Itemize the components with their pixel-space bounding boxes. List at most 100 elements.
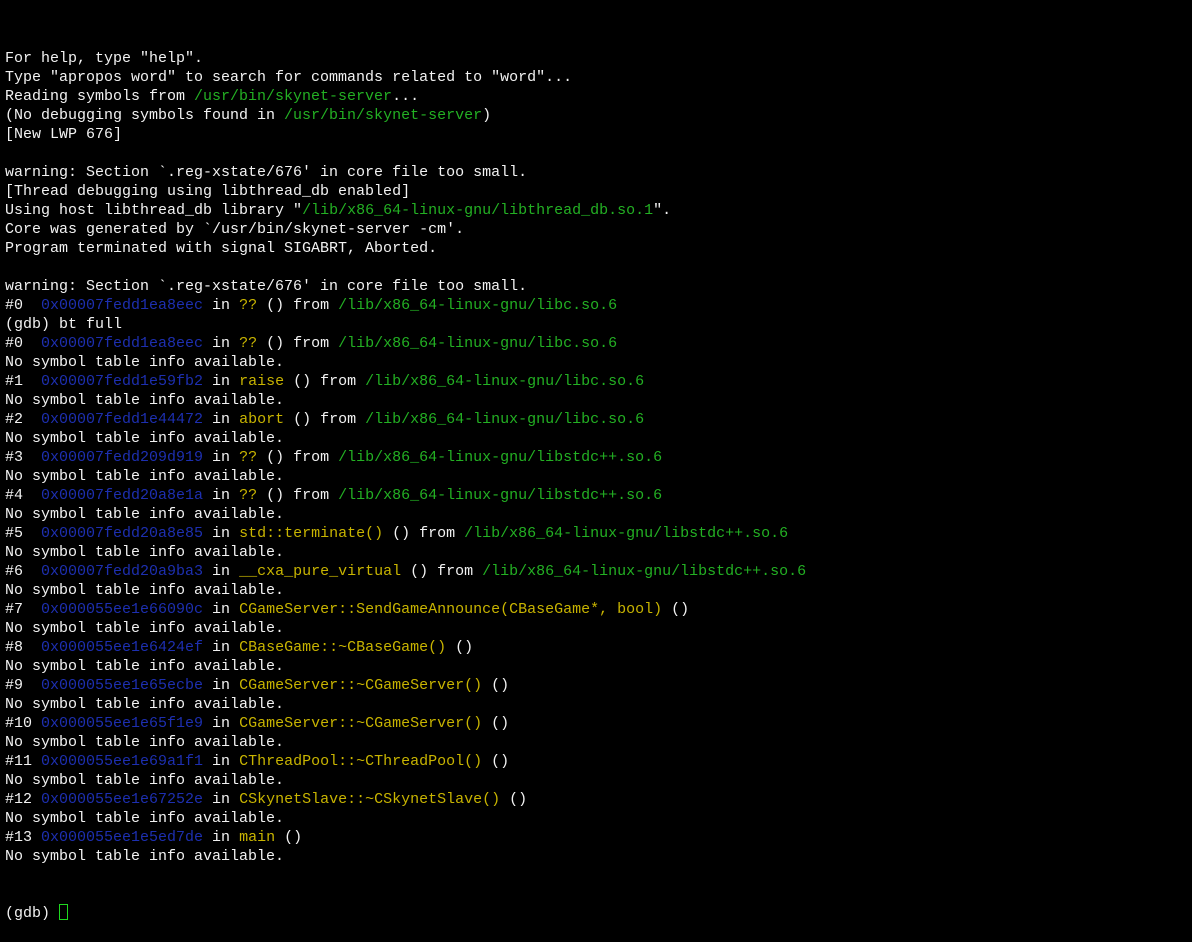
line-text: No symbol table info available.: [5, 620, 285, 637]
line-text: #4: [5, 487, 42, 504]
terminal-lines: For help, type "help". Type "apropos word…: [5, 49, 1190, 866]
line-text: in: [203, 449, 240, 466]
line-text: Core was generated by `/usr/bin/skynet-s…: [5, 221, 465, 238]
line-text: warning: Section `.reg-xstate/676' in co…: [5, 164, 528, 181]
file-path: /usr/bin/skynet-server: [194, 88, 393, 105]
line-text: (No debugging symbols found in: [5, 107, 285, 124]
line-text: (gdb) bt full: [5, 316, 123, 333]
line-text: #12: [5, 791, 42, 808]
file-path: /lib/x86_64-linux-gnu/libthread_db.so.1: [302, 202, 654, 219]
memory-address: 0x000055ee1e67252e: [41, 791, 204, 808]
memory-address: 0x00007fedd209d919: [41, 449, 204, 466]
terminal-line: Program terminated with signal SIGABRT, …: [5, 239, 1190, 258]
memory-address: 0x000055ee1e66090c: [41, 601, 204, 618]
line-text: #11: [5, 753, 42, 770]
line-text: #2: [5, 411, 42, 428]
memory-address: 0x00007fedd20a8e85: [41, 525, 204, 542]
terminal-line: [Thread debugging using libthread_db ena…: [5, 182, 1190, 201]
terminal-line: Reading symbols from /usr/bin/skynet-ser…: [5, 87, 1190, 106]
function-name: CSkynetSlave::~CSkynetSlave(): [239, 791, 501, 808]
line-text: (): [482, 753, 510, 770]
line-text: in: [203, 525, 240, 542]
function-name: CGameServer::~CGameServer(): [239, 677, 483, 694]
line-text: #8: [5, 639, 42, 656]
terminal-line: #1 0x00007fedd1e59fb2 in raise () from /…: [5, 372, 1190, 391]
line-text: (): [482, 677, 510, 694]
memory-address: 0x00007fedd20a8e1a: [41, 487, 204, 504]
line-text: in: [203, 297, 240, 314]
terminal-line: For help, type "help".: [5, 49, 1190, 68]
line-text: No symbol table info available.: [5, 696, 285, 713]
terminal-output[interactable]: For help, type "help". Type "apropos word…: [5, 11, 1190, 942]
terminal-line: No symbol table info available.: [5, 619, 1190, 638]
line-text: For help, type "help".: [5, 50, 204, 67]
line-text: ".: [653, 202, 672, 219]
terminal-line: #8 0x000055ee1e6424ef in CBaseGame::~CBa…: [5, 638, 1190, 657]
line-text: No symbol table info available.: [5, 582, 285, 599]
line-text: () from: [257, 449, 339, 466]
terminal-line: warning: Section `.reg-xstate/676' in co…: [5, 277, 1190, 296]
terminal-line: No symbol table info available.: [5, 391, 1190, 410]
function-name: abort: [239, 411, 285, 428]
line-text: Reading symbols from: [5, 88, 195, 105]
terminal-line: warning: Section `.reg-xstate/676' in co…: [5, 163, 1190, 182]
cursor-block-icon: [59, 904, 69, 920]
function-name: ??: [239, 335, 258, 352]
line-text: () from: [257, 297, 339, 314]
line-text: in: [203, 411, 240, 428]
terminal-line: (No debugging symbols found in /usr/bin/…: [5, 106, 1190, 125]
line-text: Type "apropos word" to search for comman…: [5, 69, 573, 86]
gdb-prompt-line[interactable]: (gdb): [5, 904, 1190, 923]
function-name: ??: [239, 487, 258, 504]
terminal-line: No symbol table info available.: [5, 581, 1190, 600]
terminal-line: #13 0x000055ee1e5ed7de in main (): [5, 828, 1190, 847]
function-name: CBaseGame::~CBaseGame(): [239, 639, 447, 656]
file-path: /lib/x86_64-linux-gnu/libstdc++.so.6: [482, 563, 807, 580]
line-text: No symbol table info available.: [5, 430, 285, 447]
memory-address: 0x000055ee1e65ecbe: [41, 677, 204, 694]
terminal-line: #12 0x000055ee1e67252e in CSkynetSlave::…: [5, 790, 1190, 809]
terminal-line: #5 0x00007fedd20a8e85 in std::terminate(…: [5, 524, 1190, 543]
function-name: ??: [239, 297, 258, 314]
file-path: /lib/x86_64-linux-gnu/libc.so.6: [338, 335, 618, 352]
line-text: No symbol table info available.: [5, 658, 285, 675]
line-text: Program terminated with signal SIGABRT, …: [5, 240, 438, 257]
function-name: main: [239, 829, 276, 846]
line-text: #9: [5, 677, 42, 694]
file-path: /lib/x86_64-linux-gnu/libc.so.6: [365, 373, 645, 390]
memory-address: 0x000055ee1e6424ef: [41, 639, 204, 656]
function-name: __cxa_pure_virtual: [239, 563, 402, 580]
line-text: ): [482, 107, 492, 124]
terminal-line: No symbol table info available.: [5, 353, 1190, 372]
line-text: () from: [257, 487, 339, 504]
line-text: No symbol table info available.: [5, 354, 285, 371]
line-text: #0: [5, 297, 42, 314]
terminal-line: #2 0x00007fedd1e44472 in abort () from /…: [5, 410, 1190, 429]
line-text: (): [275, 829, 303, 846]
line-text: No symbol table info available.: [5, 506, 285, 523]
line-text: No symbol table info available.: [5, 544, 285, 561]
line-text: (): [446, 639, 474, 656]
function-name: CGameServer::SendGameAnnounce(CBaseGame*…: [239, 601, 663, 618]
line-text: warning: Section `.reg-xstate/676' in co…: [5, 278, 528, 295]
terminal-line: Core was generated by `/usr/bin/skynet-s…: [5, 220, 1190, 239]
terminal-line: #11 0x000055ee1e69a1f1 in CThreadPool::~…: [5, 752, 1190, 771]
terminal-line: #7 0x000055ee1e66090c in CGameServer::Se…: [5, 600, 1190, 619]
terminal-line: No symbol table info available.: [5, 809, 1190, 828]
line-text: () from: [401, 563, 483, 580]
line-text: No symbol table info available.: [5, 468, 285, 485]
line-text: #3: [5, 449, 42, 466]
line-text: #0: [5, 335, 42, 352]
terminal-line: (gdb) bt full: [5, 315, 1190, 334]
memory-address: 0x000055ee1e5ed7de: [41, 829, 204, 846]
terminal-line: No symbol table info available.: [5, 695, 1190, 714]
line-text: in: [203, 829, 240, 846]
line-text: #5: [5, 525, 42, 542]
terminal-line: No symbol table info available.: [5, 733, 1190, 752]
function-name: CThreadPool::~CThreadPool(): [239, 753, 483, 770]
file-path: /lib/x86_64-linux-gnu/libstdc++.so.6: [338, 449, 663, 466]
line-text: in: [203, 791, 240, 808]
terminal-line: [New LWP 676]: [5, 125, 1190, 144]
line-text: (): [500, 791, 528, 808]
